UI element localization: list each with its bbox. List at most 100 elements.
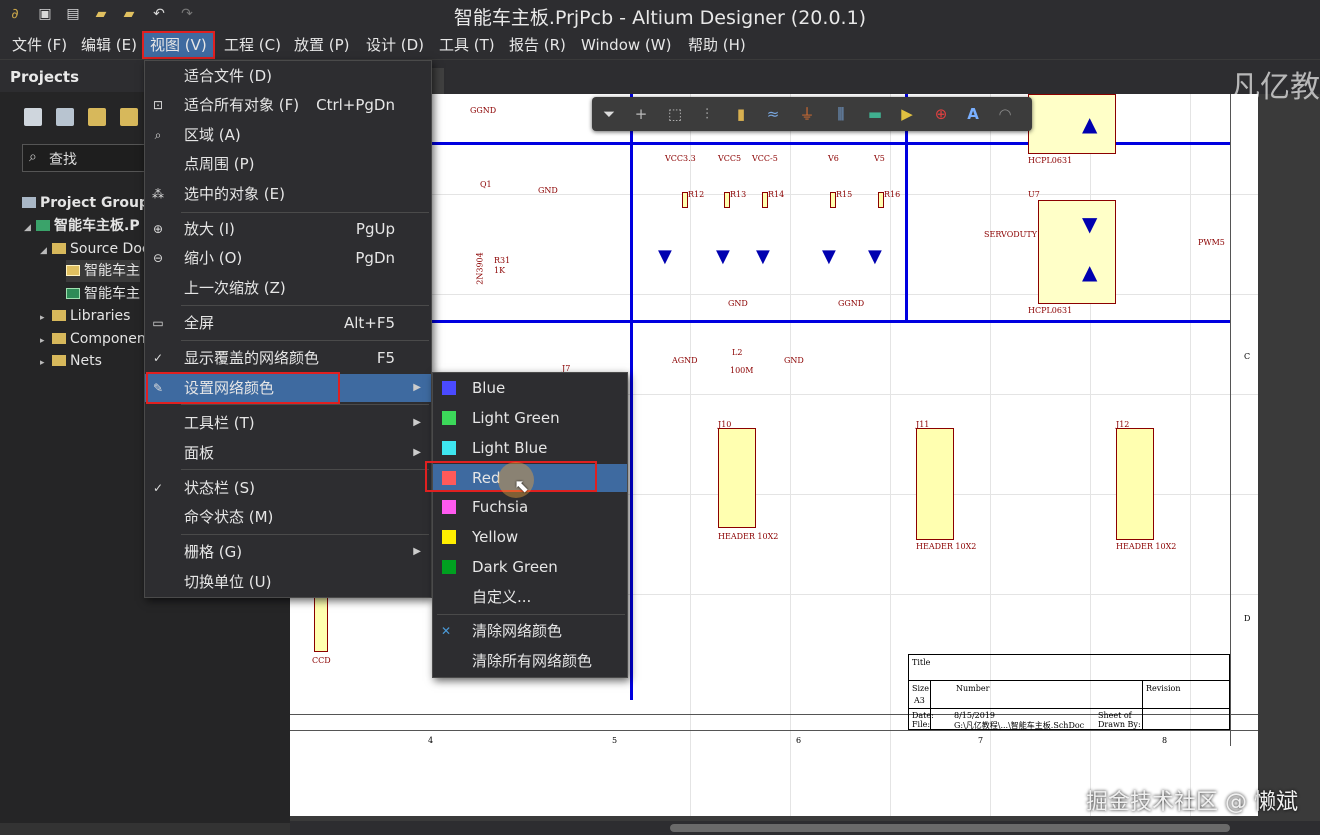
menu-item-fit-document[interactable]: 适合文件 (D) (145, 62, 431, 90)
pen-icon: ✎ (152, 381, 164, 395)
filter-icon[interactable]: ⏷ (598, 103, 620, 125)
menu-item-toolbars[interactable]: 工具栏 (T) ▶ (145, 409, 431, 437)
place-directive-icon[interactable]: ⊕ (930, 103, 952, 125)
header-connector (916, 428, 954, 540)
color-swatch (442, 471, 456, 485)
menu-item-show-net-color-override[interactable]: ✓ 显示覆盖的网络颜色 F5 (145, 344, 431, 372)
place-bus-icon[interactable]: ⫼ (830, 103, 852, 125)
color-option-blue[interactable]: Blue (433, 374, 627, 402)
menu-item-fit-all-objects[interactable]: ⊡ 适合所有对象 (F) Ctrl+PgDn (145, 91, 431, 119)
panel-tab-strip[interactable] (0, 823, 290, 835)
tree-item-label: Nets (70, 353, 102, 369)
menu-shortcut: PgDn (355, 249, 395, 267)
menu-item-around-point[interactable]: 点周围 (P) (145, 150, 431, 178)
open-folder-icon[interactable] (88, 108, 106, 126)
menu-shortcut: F5 (376, 349, 395, 367)
menu-label: 状态栏 (S) (184, 479, 255, 497)
menu-item-command-status[interactable]: 命令状态 (M) (145, 503, 431, 531)
color-option-fuchsia[interactable]: Fuchsia (433, 493, 627, 521)
folder-settings-icon[interactable] (120, 108, 138, 126)
clear-net-color-icon: ✕ (440, 624, 452, 638)
select-area-icon[interactable]: ⬚ (664, 103, 686, 125)
component-designator: R12 (688, 190, 705, 199)
expand-arrow-icon[interactable]: ▸ (40, 307, 52, 329)
menu-item-set-net-colors[interactable]: ✎ 设置网络颜色 ▶ (145, 374, 431, 402)
menu-item-selected-objects[interactable]: ⁂ 选中的对象 (E) (145, 180, 431, 208)
zone-col-label: 5 (612, 736, 618, 745)
color-option-light-blue[interactable]: Light Blue (433, 434, 627, 462)
menu-view[interactable]: 视图 (V) (142, 31, 215, 59)
menu-label: Red (472, 469, 501, 487)
collapse-arrow-icon[interactable]: ◢ (24, 217, 36, 239)
tree-item-nets[interactable]: ▸ Nets (40, 350, 102, 372)
align-icon[interactable]: ⫶ (696, 103, 718, 125)
tree-item-project[interactable]: ◢ 智能车主板.P (24, 215, 140, 237)
place-arc-icon[interactable]: ◠ (994, 103, 1016, 125)
menu-item-toggle-units[interactable]: 切换单位 (U) (145, 568, 431, 596)
search-placeholder: 查找 (49, 152, 77, 168)
save-project-icon[interactable] (24, 108, 42, 126)
folder-icon (52, 333, 66, 344)
title-block-label: Date: (912, 711, 934, 720)
collapse-arrow-icon[interactable]: ◢ (40, 240, 52, 262)
menu-reports[interactable]: 报告 (R) (503, 33, 572, 57)
tree-item-pcb-doc[interactable]: 智能车主 (66, 283, 140, 305)
zone-col-label: 6 (796, 736, 802, 745)
menu-item-zoom-in[interactable]: ⊕ 放大 (I) PgUp (145, 215, 431, 243)
place-gnd-icon[interactable]: ⏚ (796, 103, 818, 125)
scrollbar-thumb[interactable] (670, 824, 1230, 832)
tree-item-components[interactable]: ▸ Component (40, 328, 151, 350)
led-symbol: ▼ (822, 246, 836, 267)
tree-item-schematic-doc[interactable]: 智能车主 (66, 260, 140, 282)
menu-item-status-bar[interactable]: ✓ 状态栏 (S) (145, 474, 431, 502)
tree-item-project-group[interactable]: Project Group (22, 192, 149, 214)
menu-item-previous-zoom[interactable]: 上一次缩放 (Z) (145, 274, 431, 302)
bus-line (430, 320, 1230, 323)
place-wire-icon[interactable]: ≈ (762, 103, 784, 125)
power-label: VCC-5 (752, 154, 778, 163)
menu-help[interactable]: 帮助 (H) (682, 33, 752, 57)
move-icon[interactable]: + (630, 103, 652, 125)
project-options-icon[interactable] (56, 108, 74, 126)
place-text-icon[interactable]: A (962, 103, 984, 125)
zone-col-label: 7 (978, 736, 984, 745)
tree-item-label: Project Group (40, 195, 149, 211)
menu-project[interactable]: 工程 (C) (218, 33, 287, 57)
clear-net-color[interactable]: ✕ 清除网络颜色 (433, 617, 627, 645)
resistor (878, 192, 884, 208)
menu-item-panels[interactable]: 面板 ▶ (145, 439, 431, 467)
menu-item-area[interactable]: ⌕ 区域 (A) (145, 121, 431, 149)
menu-item-grids[interactable]: 栅格 (G) ▶ (145, 538, 431, 566)
menu-file[interactable]: 文件 (F) (6, 33, 73, 57)
clear-all-net-colors[interactable]: 清除所有网络颜色 (433, 647, 627, 675)
menu-design[interactable]: 设计 (D) (360, 33, 430, 57)
menu-place[interactable]: 放置 (P) (288, 33, 356, 57)
expand-arrow-icon[interactable]: ▸ (40, 352, 52, 374)
color-option-yellow[interactable]: Yellow (433, 523, 627, 551)
place-component-icon[interactable]: ▮ (730, 103, 752, 125)
menu-label: 命令状态 (M) (184, 508, 274, 526)
color-option-light-green[interactable]: Light Green (433, 404, 627, 432)
tree-item-source-documents[interactable]: ◢ Source Doc (40, 238, 150, 260)
horizontal-scrollbar[interactable] (290, 821, 1320, 835)
menu-shortcut: PgUp (355, 220, 395, 238)
tree-item-label: 智能车主板.P (54, 218, 140, 234)
menu-label: 栅格 (G) (184, 543, 243, 561)
tree-item-libraries[interactable]: ▸ Libraries (40, 305, 130, 327)
project-group-icon (22, 197, 36, 208)
menu-item-zoom-out[interactable]: ⊖ 缩小 (O) PgDn (145, 244, 431, 272)
color-option-custom[interactable]: 自定义... (433, 583, 627, 611)
menu-edit[interactable]: 编辑 (E) (75, 33, 143, 57)
menu-item-full-screen[interactable]: ▭ 全屏 Alt+F5 (145, 309, 431, 337)
place-harness-icon[interactable]: ▬ (864, 103, 886, 125)
component-designator: R31 (494, 256, 511, 265)
color-swatch (442, 441, 456, 455)
component-value: 2N3904 (475, 252, 485, 285)
menu-window[interactable]: Window (W) (575, 33, 677, 57)
color-option-dark-green[interactable]: Dark Green (433, 553, 627, 581)
place-port-icon[interactable]: ▶ (896, 103, 918, 125)
expand-arrow-icon[interactable]: ▸ (40, 330, 52, 352)
search-icon: ⌕ (29, 149, 37, 165)
menu-tools[interactable]: 工具 (T) (433, 33, 501, 57)
zone-row-label: C (1244, 352, 1251, 361)
